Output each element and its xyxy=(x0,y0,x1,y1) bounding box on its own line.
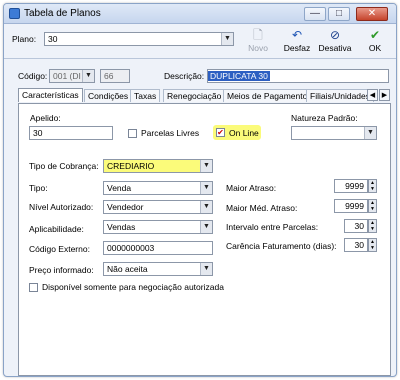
maior-med-atraso-field[interactable]: 9999 xyxy=(334,199,368,213)
undo-icon: ↶ xyxy=(291,28,303,42)
natureza-label: Natureza Padrão: xyxy=(291,113,358,123)
descricao-label: Descrição: xyxy=(164,71,205,81)
apelido-field[interactable]: 30 xyxy=(29,126,113,140)
tab-filiais-unidades[interactable]: Filiais/Unidades xyxy=(306,89,374,102)
maior-med-atraso-label: Maior Méd. Atraso: xyxy=(226,203,298,213)
intervalo-parcelas-spinner[interactable]: ▲ ▼ xyxy=(368,219,377,233)
codigo-label: Código: xyxy=(18,71,48,81)
close-button[interactable]: ✕ xyxy=(356,7,388,21)
nivel-autorizado-value: Vendedor xyxy=(107,202,144,212)
tipo-cobranca-label: Tipo de Cobrança: xyxy=(29,161,99,171)
tipo-cobranca-select[interactable]: CREDIARIO ▼ xyxy=(103,159,213,173)
caracteristicas-panel: Apelido: 30 Parcelas Livres ✔ On Line Na… xyxy=(18,103,391,376)
preco-informado-value: Não aceita xyxy=(107,264,148,274)
tipo-label: Tipo: xyxy=(29,183,48,193)
minimize-button[interactable]: — xyxy=(304,7,326,21)
carencia-faturamento-field[interactable]: 30 xyxy=(344,238,368,252)
preco-informado-select[interactable]: Não aceita ▼ xyxy=(103,262,213,276)
plano-value: 30 xyxy=(48,34,58,44)
tab-taxas[interactable]: Taxas xyxy=(130,89,161,102)
carencia-faturamento-spinner[interactable]: ▲ ▼ xyxy=(368,238,377,252)
disable-icon: ⊘ xyxy=(329,28,341,42)
codigo-externo-field[interactable]: 0000000003 xyxy=(103,241,213,255)
parcelas-livres-label: Parcelas Livres xyxy=(141,128,200,138)
plano-select[interactable]: 30 ▼ xyxy=(44,32,234,46)
maior-med-atraso-spinner[interactable]: ▲ ▼ xyxy=(368,199,377,213)
tab-strip: Características Condições Taxas Renegoci… xyxy=(18,88,391,103)
title-bar: Tabela de Planos — □ ✕ xyxy=(4,4,396,24)
parcelas-livres-checkbox[interactable] xyxy=(128,129,137,138)
novo-label: Novo xyxy=(248,43,268,53)
chevron-down-icon[interactable]: ▼ xyxy=(82,70,94,82)
chevron-down-icon[interactable]: ▼ xyxy=(200,221,212,233)
novo-button[interactable]: 🗋 Novo xyxy=(244,28,272,56)
apelido-label: Apelido: xyxy=(30,113,61,123)
chevron-down-icon[interactable]: ▼ xyxy=(364,127,376,139)
codigo-externo-label: Código Externo: xyxy=(29,244,90,254)
tab-scroll-right-icon[interactable]: ▶ xyxy=(379,89,390,101)
tipo-cobranca-value: CREDIARIO xyxy=(107,161,155,171)
desativa-button[interactable]: ⊘ Desativa xyxy=(317,28,353,56)
carencia-faturamento-label: Carência Faturamento (dias): xyxy=(226,241,337,251)
desfaz-button[interactable]: ↶ Desfaz xyxy=(282,28,312,56)
tab-caracteristicas[interactable]: Características xyxy=(18,88,83,102)
aplicabilidade-value: Vendas xyxy=(107,222,136,232)
desativa-label: Desativa xyxy=(318,43,352,53)
on-line-checkbox[interactable]: ✔ xyxy=(216,128,225,137)
tab-scroll-left-icon[interactable]: ◀ xyxy=(367,89,378,101)
app-icon xyxy=(9,8,20,19)
maximize-button[interactable]: □ xyxy=(328,7,350,21)
plan-table-window: Tabela de Planos — □ ✕ Plano: 30 ▼ 🗋 Nov… xyxy=(3,3,397,377)
ok-button[interactable]: ✔ OK xyxy=(364,28,386,56)
disponivel-checkbox[interactable] xyxy=(29,283,38,292)
tab-renegociacao[interactable]: Renegociação xyxy=(163,89,226,102)
aplicabilidade-select[interactable]: Vendas ▼ xyxy=(103,220,213,234)
chevron-down-icon[interactable]: ▼ xyxy=(200,182,212,194)
desfaz-label: Desfaz xyxy=(283,43,311,53)
natureza-select[interactable]: ▼ xyxy=(291,126,377,140)
maior-atraso-spinner[interactable]: ▲ ▼ xyxy=(368,179,377,193)
plano-label: Plano: xyxy=(12,34,37,44)
intervalo-parcelas-field[interactable]: 30 xyxy=(344,219,368,233)
chevron-down-icon[interactable]: ▼ xyxy=(200,263,212,275)
tipo-value: Venda xyxy=(107,183,132,193)
checkmark-icon: ✔ xyxy=(369,28,381,42)
nivel-autorizado-select[interactable]: Vendedor ▼ xyxy=(103,200,213,214)
intervalo-parcelas-label: Intervalo entre Parcelas: xyxy=(226,222,319,232)
chevron-down-icon[interactable]: ▼ xyxy=(200,201,212,213)
disponivel-label: Disponível somente para negociação autor… xyxy=(42,282,224,292)
nivel-autorizado-label: Nível Autorizado: xyxy=(29,202,94,212)
codigo-combo-value: 001 (DI xyxy=(53,71,81,81)
descricao-selected-text: DUPLICATA 30 xyxy=(208,71,270,81)
preco-informado-label: Preço informado: xyxy=(29,265,94,275)
window-title: Tabela de Planos xyxy=(24,8,101,19)
maior-atraso-field[interactable]: 9999 xyxy=(334,179,368,193)
codigo-field[interactable]: 66 xyxy=(100,69,130,83)
tipo-select[interactable]: Venda ▼ xyxy=(103,181,213,195)
new-document-icon: 🗋 xyxy=(253,28,263,42)
tab-meios-pagamento[interactable]: Meios de Pagamento xyxy=(223,89,312,102)
aplicabilidade-label: Aplicabilidade: xyxy=(29,224,84,234)
codigo-combo[interactable]: 001 (DI ▼ xyxy=(49,69,95,83)
tab-condicoes[interactable]: Condições xyxy=(84,89,133,102)
descricao-field[interactable]: DUPLICATA 30 xyxy=(207,69,389,83)
maior-atraso-label: Maior Atraso: xyxy=(226,183,277,193)
ok-label: OK xyxy=(368,43,382,53)
chevron-down-icon[interactable]: ▼ xyxy=(200,160,212,172)
chevron-down-icon[interactable]: ▼ xyxy=(221,33,233,45)
toolbar: Plano: 30 ▼ 🗋 Novo ↶ Desfaz ⊘ Desativa ✔… xyxy=(4,25,396,59)
on-line-label: On Line xyxy=(229,128,259,138)
